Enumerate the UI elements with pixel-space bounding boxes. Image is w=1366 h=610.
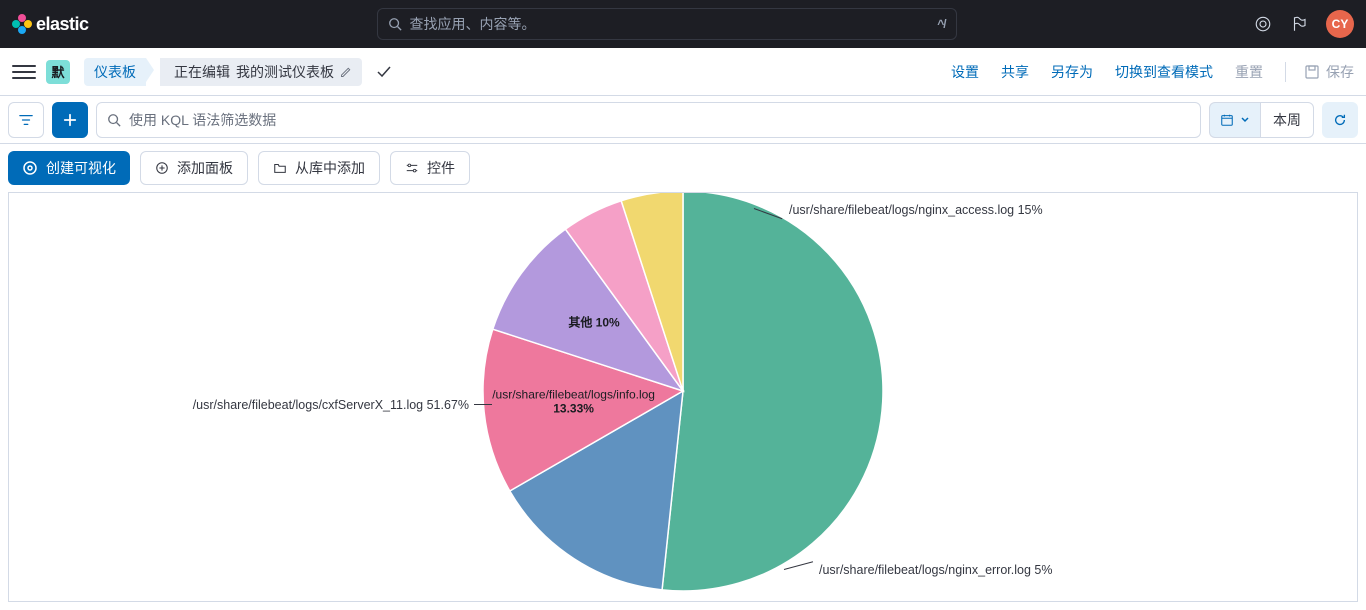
create-visualization-button[interactable]: 创建可视化 — [8, 151, 130, 185]
filter-icon — [19, 113, 33, 127]
header-right: CY — [1254, 10, 1354, 38]
folder-icon — [273, 161, 287, 175]
breadcrumb-editing[interactable]: 正在编辑 我的测试仪表板 — [160, 58, 362, 86]
add-filter-button[interactable] — [52, 102, 88, 138]
filter-menu-button[interactable] — [8, 102, 44, 138]
help-icon[interactable] — [1254, 15, 1272, 33]
settings-link[interactable]: 设置 — [951, 62, 979, 82]
slice-label-nginx-access: /usr/share/filebeat/logs/nginx_access.lo… — [789, 203, 1043, 217]
sliders-icon — [405, 161, 419, 175]
save-as-link[interactable]: 另存为 — [1051, 62, 1093, 82]
search-shortcut: ^/ — [937, 17, 945, 31]
search-placeholder: 查找应用、内容等。 — [410, 14, 930, 34]
logo-text: elastic — [36, 14, 89, 35]
switch-view-link[interactable]: 切换到查看模式 — [1115, 62, 1213, 82]
space-badge[interactable]: 默 — [46, 60, 70, 84]
breadcrumb-dashboards[interactable]: 仪表板 — [84, 58, 146, 86]
kql-input[interactable]: 使用 KQL 语法筛选数据 — [96, 102, 1201, 138]
save-button[interactable]: 保存 — [1285, 62, 1354, 82]
filter-bar: 使用 KQL 语法筛选数据 本周 — [0, 96, 1366, 144]
chevron-down-icon — [1240, 115, 1250, 125]
search-icon — [107, 113, 121, 127]
panel-actions: 创建可视化 添加面板 从库中添加 控件 — [0, 144, 1366, 192]
reset-link[interactable]: 重置 — [1235, 62, 1263, 82]
lens-icon — [22, 160, 38, 176]
refresh-button[interactable] — [1322, 102, 1358, 138]
global-search[interactable]: 查找应用、内容等。 ^/ — [377, 8, 957, 40]
newsfeed-icon[interactable] — [1290, 15, 1308, 33]
add-from-library-button[interactable]: 从库中添加 — [258, 151, 380, 185]
breadcrumb-toolbar: 默 仪表板 正在编辑 我的测试仪表板 设置 共享 另存为 切换到查看模式 重置 … — [0, 48, 1366, 96]
share-link[interactable]: 共享 — [1001, 62, 1029, 82]
nav-toggle[interactable] — [12, 60, 36, 84]
add-panel-button[interactable]: 添加面板 — [140, 151, 248, 185]
check-icon — [376, 64, 392, 80]
plus-circle-icon — [155, 161, 169, 175]
pie-chart-panel: /usr/share/filebeat/logs/info.log13.33% 其… — [8, 192, 1358, 602]
date-range-label[interactable]: 本周 — [1260, 102, 1314, 138]
refresh-icon — [1333, 113, 1347, 127]
search-icon — [388, 17, 402, 31]
date-quick-button[interactable] — [1209, 102, 1260, 138]
pie-slice[interactable] — [662, 192, 883, 591]
pencil-icon — [340, 66, 352, 78]
user-avatar[interactable]: CY — [1326, 10, 1354, 38]
svg-text:13.33%: 13.33% — [553, 401, 594, 415]
global-header: elastic 查找应用、内容等。 ^/ CY — [0, 0, 1366, 48]
elastic-logo[interactable]: elastic — [12, 14, 89, 35]
logo-icon — [12, 14, 32, 34]
svg-text:/usr/share/filebeat/logs/info.: /usr/share/filebeat/logs/info.log — [492, 387, 655, 401]
calendar-icon — [1220, 113, 1234, 127]
toolbar-right: 设置 共享 另存为 切换到查看模式 重置 保存 — [951, 62, 1354, 82]
slice-label-cxfserver: /usr/share/filebeat/logs/cxfServerX_11.l… — [179, 398, 469, 412]
pie-chart: /usr/share/filebeat/logs/info.log13.33% 其… — [473, 192, 893, 601]
save-icon — [1304, 64, 1320, 80]
controls-button[interactable]: 控件 — [390, 151, 470, 185]
dashboard-grid: /usr/share/filebeat/logs/info.log13.33% 其… — [0, 192, 1366, 610]
svg-text:其他 10%: 其他 10% — [568, 314, 620, 329]
date-picker[interactable]: 本周 — [1209, 102, 1314, 138]
slice-label-nginx-error: /usr/share/filebeat/logs/nginx_error.log… — [819, 563, 1052, 577]
plus-icon — [63, 113, 77, 127]
kql-placeholder: 使用 KQL 语法筛选数据 — [129, 110, 276, 130]
